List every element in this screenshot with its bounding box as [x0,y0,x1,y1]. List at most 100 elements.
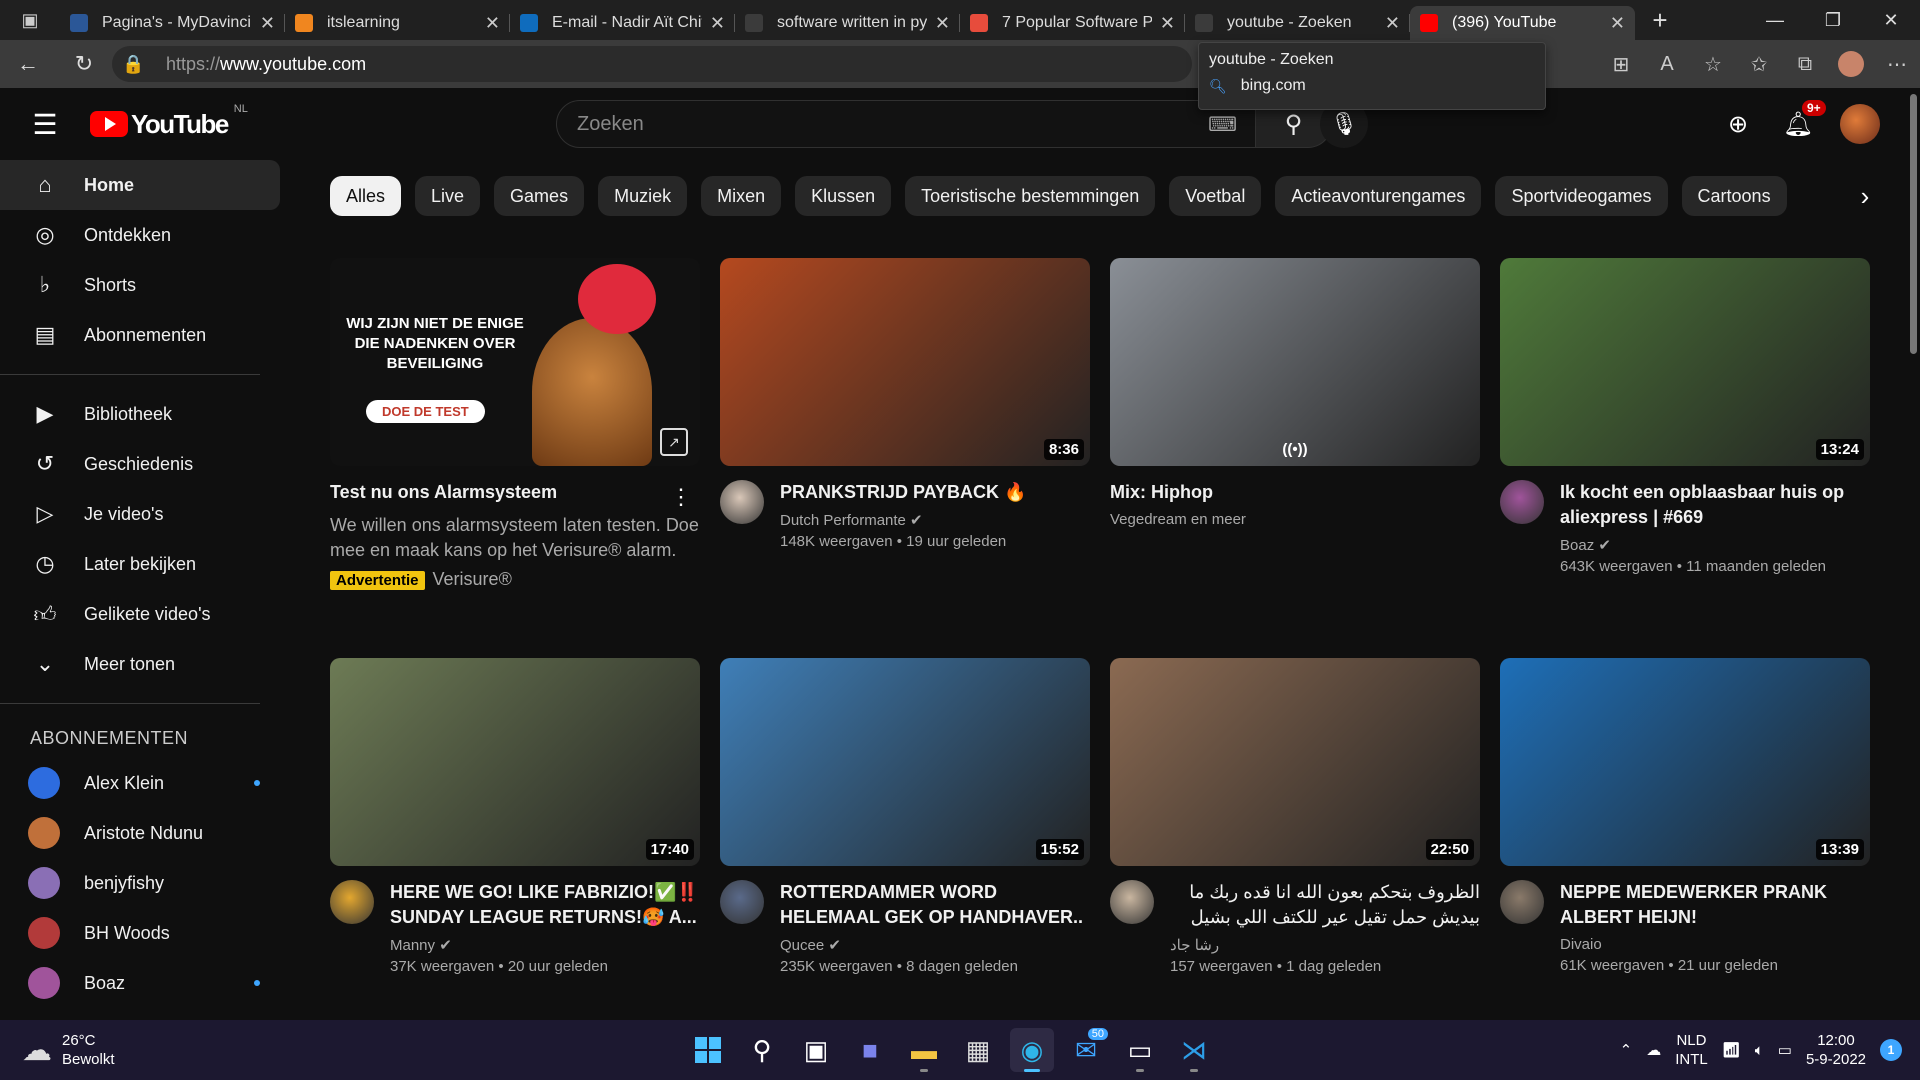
task-view-icon[interactable]: ▣ [794,1028,838,1072]
filter-chip[interactable]: Toeristische bestemmingen [905,176,1156,216]
video-thumbnail[interactable]: 13:24 [1500,258,1870,466]
close-window-icon[interactable]: ✕ [1862,0,1920,40]
ad-card[interactable]: WIJ ZIJN NIET DE ENIGE DIE NADENKEN OVER… [330,258,700,590]
filter-chip[interactable]: Cartoons [1681,176,1787,216]
store-icon[interactable]: ▦ [956,1028,1000,1072]
channel-name[interactable]: Dutch Performante ✔ [780,511,1090,529]
filter-chip[interactable]: Mixen [701,176,782,216]
minimize-icon[interactable]: — [1746,0,1804,40]
video-card[interactable]: 22:50 الظروف بتحكم بعون الله انا قده ربك … [1110,658,1480,975]
sidebar-item-shorts[interactable]: ♭ Shorts [0,260,280,310]
url-field[interactable]: 🔒 https://www.youtube.com [112,46,1192,82]
sidebar-item-geschiedenis[interactable]: ↺ Geschiedenis [0,439,280,489]
maximize-icon[interactable]: ❐ [1804,0,1862,40]
channel-name[interactable]: Boaz ✔ [1560,536,1870,554]
video-card[interactable]: ((•)) Mix: Hiphop Vegedream en meer [1110,258,1480,528]
favorites-icon[interactable]: ✩ [1736,40,1782,88]
subscription-item[interactable]: Boaz [0,958,280,1008]
filter-chip[interactable]: Muziek [598,176,688,216]
channel-avatar[interactable] [720,880,764,924]
apps-icon[interactable]: ⊞ [1598,40,1644,88]
video-thumbnail[interactable]: ((•)) [1110,258,1480,466]
close-tab-icon[interactable]: ✕ [260,13,275,34]
filter-chip[interactable]: Alles [330,176,402,216]
subscription-item[interactable]: Alex Klein [0,758,280,808]
video-thumbnail[interactable]: 13:39 [1500,658,1870,866]
collections-icon[interactable]: ⧉ [1782,40,1828,88]
channel-avatar[interactable] [1500,880,1544,924]
browser-tab[interactable]: E-mail - Nadir Aït Chit ✕ [510,6,735,40]
close-tab-icon[interactable]: ✕ [710,13,725,34]
menu-icon[interactable]: ☰ [0,108,90,141]
new-tab-button[interactable]: + [1635,0,1685,40]
sidebar-item-je-video-s[interactable]: ▷ Je video's [0,489,280,539]
video-card[interactable]: 13:39 NEPPE MEDEWERKER PRANK ALBERT HEIJN… [1500,658,1870,974]
video-title[interactable]: Mix: Hiphop [1110,480,1480,505]
notifications-button[interactable]: 🔔︎ 9+ [1768,99,1828,139]
video-title[interactable]: PRANKSTRIJD PAYBACK 🔥 [780,480,1090,505]
close-tab-icon[interactable]: ✕ [1385,13,1400,34]
video-card[interactable]: 8:36 PRANKSTRIJD PAYBACK 🔥 Dutch Performan… [720,258,1090,550]
video-card[interactable]: 13:24 Ik kocht een opblaasbaar huis op al… [1500,258,1870,575]
subscription-item[interactable]: BH Woods [0,908,280,958]
sidebar-item-abonnementen[interactable]: ▤ Abonnementen [0,310,280,360]
video-thumbnail[interactable]: 15:52 [720,658,1090,866]
notification-center-badge[interactable]: 1 [1880,1039,1902,1061]
edge-icon[interactable]: ◉ [1010,1028,1054,1072]
channel-avatar[interactable] [330,880,374,924]
filter-chip[interactable]: Actieavonturengames [1275,176,1482,216]
sidebar-item-meer-tonen[interactable]: ⌄ Meer tonen [0,639,280,689]
tab-actions-icon[interactable]: ▣ [0,0,60,40]
channel-name[interactable]: Divaio [1560,936,1870,953]
sidebar-item-home[interactable]: ⌂ Home [0,160,280,210]
scrollbar-thumb[interactable] [1910,94,1917,354]
filter-chip[interactable]: Games [494,176,585,216]
browser-tab[interactable]: (396) YouTube ✕ [1410,6,1635,40]
profile-icon[interactable] [1828,40,1874,88]
vscode-icon[interactable]: ⋊ [1172,1028,1216,1072]
chat-icon[interactable]: ■ [848,1028,892,1072]
video-thumbnail[interactable]: 8:36 [720,258,1090,466]
more-icon[interactable]: ⋯ [1874,40,1920,88]
chips-next-icon[interactable]: › [1845,176,1885,216]
close-tab-icon[interactable]: ✕ [485,13,500,34]
close-tab-icon[interactable]: ✕ [1160,13,1175,34]
keyboard-icon[interactable]: ⌨ [1208,112,1237,137]
chevron-up-icon[interactable]: ⌃ [1620,1041,1633,1059]
youtube-logo[interactable]: YouTube NL [90,103,248,140]
close-tab-icon[interactable]: ✕ [1610,13,1625,34]
add-favorite-icon[interactable]: ☆ [1690,40,1736,88]
search-input[interactable]: Zoeken ⌨ [556,100,1256,148]
start-icon[interactable] [686,1028,730,1072]
channel-name[interactable]: رشا جاد [1170,936,1480,954]
weather-widget[interactable]: ☁ 26°C Bewolkt [0,1031,300,1069]
search-icon[interactable]: ⚲ [740,1028,784,1072]
video-title[interactable]: ROTTERDAMMER WORD HELEMAAL GEK OP HANDHA… [780,880,1090,930]
video-title[interactable]: NEPPE MEDEWERKER PRANK ALBERT HEIJN! [1560,880,1870,930]
sidebar-item-later-bekijken[interactable]: ◷ Later bekijken [0,539,280,589]
language-indicator[interactable]: NLD INTL [1675,1031,1708,1069]
wifi-icon[interactable]: 📶︎ [1722,1041,1741,1059]
video-thumbnail[interactable]: 17:40 [330,658,700,866]
read-aloud-icon[interactable]: A [1644,40,1690,88]
mail-icon[interactable]: ✉ 50 [1064,1028,1108,1072]
back-button[interactable]: ← [0,40,56,88]
close-tab-icon[interactable]: ✕ [935,13,950,34]
video-title[interactable]: الظروف بتحكم بعون الله انا قده ربك ما بي… [1170,880,1480,930]
browser-tab[interactable]: itslearning ✕ [285,6,510,40]
onedrive-icon[interactable]: ☁ [1646,1041,1661,1059]
account-avatar[interactable] [1840,104,1880,144]
file-explorer-icon[interactable]: ▬ [902,1028,946,1072]
video-title[interactable]: Ik kocht een opblaasbaar huis op aliexpr… [1560,480,1870,530]
channel-avatar[interactable] [1110,880,1154,924]
battery-icon[interactable]: ▭ [1778,1041,1792,1059]
page-scrollbar[interactable] [1906,88,1920,1020]
subscription-item[interactable]: benjyfishy [0,858,280,908]
volume-icon[interactable]: 🔈︎ [1755,1042,1764,1059]
browser-tab[interactable]: Pagina's - MyDavinci ✕ [60,6,285,40]
subscription-item[interactable]: Aristote Ndunu [0,808,280,858]
browser-tab[interactable]: software written in py ✕ [735,6,960,40]
filter-chip[interactable]: Voetbal [1169,176,1262,216]
sidebar-item-ontdekken[interactable]: ◎ Ontdekken [0,210,280,260]
sidebar-item-bibliotheek[interactable]: ▶ Bibliotheek [0,389,280,439]
